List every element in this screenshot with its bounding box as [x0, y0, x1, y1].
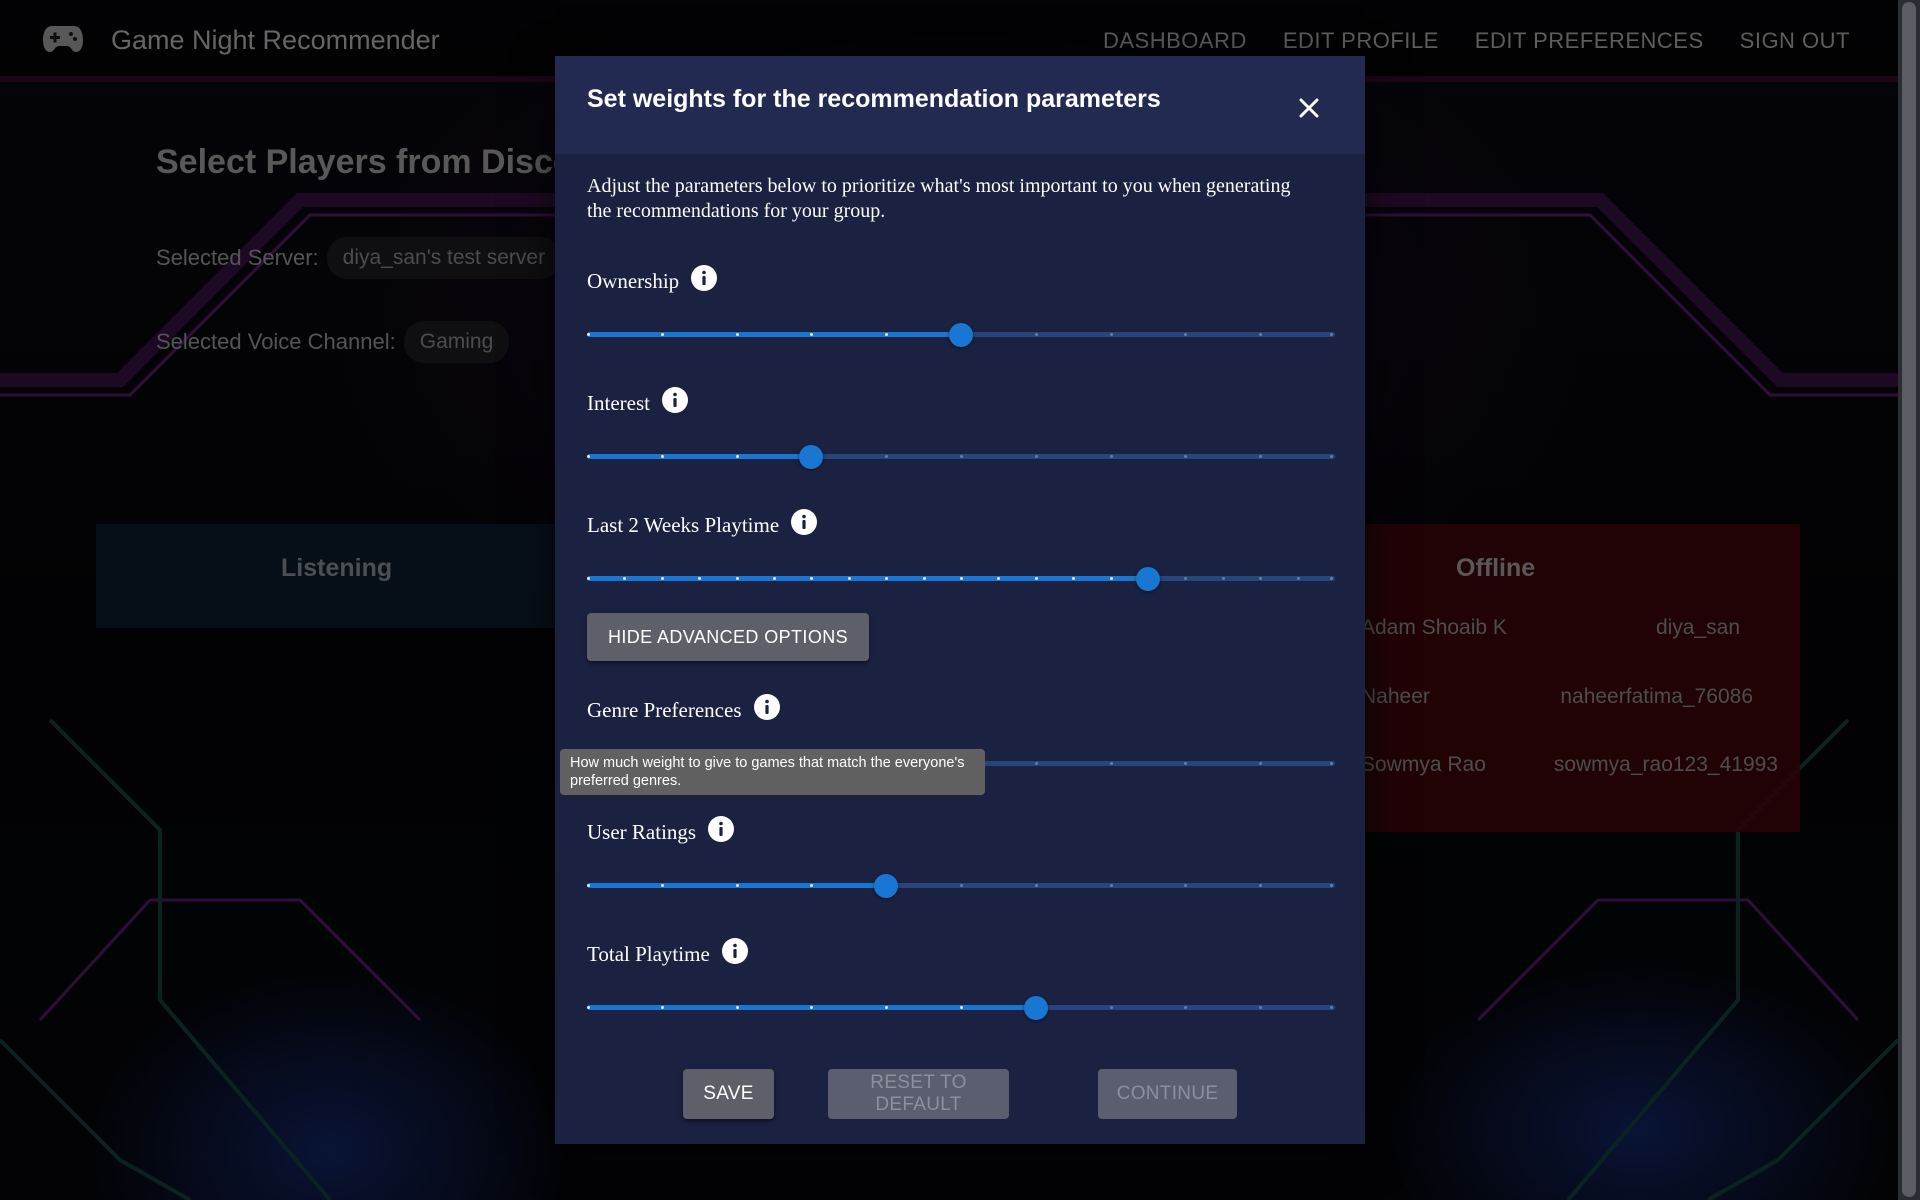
slider-step-mark [660, 1006, 664, 1009]
param-label: Interest [587, 391, 650, 415]
slider-thumb[interactable] [949, 323, 973, 347]
slider-step-mark [1109, 333, 1113, 336]
slider-step-mark [1109, 762, 1113, 765]
param-label: Last 2 Weeks Playtime [587, 513, 780, 537]
param-last-2-weeks-playtime: Last 2 Weeks Playtime [587, 509, 1335, 599]
slider-step-mark [1109, 455, 1113, 458]
total-playtime-slider[interactable] [587, 996, 1335, 1020]
slider-step-mark [1221, 577, 1225, 580]
slider-step-mark [735, 455, 739, 458]
dialog-header: Set weights for the recommendation param… [555, 56, 1365, 154]
dialog-title: Set weights for the recommendation param… [587, 85, 1161, 113]
ownership-slider[interactable] [587, 323, 1335, 347]
weights-dialog: Set weights for the recommendation param… [555, 56, 1365, 1144]
slider-step-mark [960, 884, 963, 887]
slider-step-mark [1034, 577, 1038, 580]
slider-step-mark [735, 333, 739, 336]
slider-step-mark [660, 577, 664, 580]
info-icon[interactable] [708, 816, 735, 842]
slider-step-mark [1296, 577, 1300, 580]
slider-step-mark [735, 1006, 739, 1009]
continue-button[interactable]: CONTINUE [1098, 1069, 1237, 1119]
slider-step-mark [587, 333, 590, 336]
slider-step-mark [922, 577, 926, 580]
slider-step-mark [660, 884, 664, 887]
slider-step-mark [1034, 762, 1038, 765]
slider-step-mark [1330, 884, 1333, 887]
genre-preferences-tooltip: How much weight to give to games that ma… [560, 749, 985, 795]
slider-step-mark [773, 577, 776, 580]
info-icon[interactable] [753, 694, 780, 720]
reset-to-default-button[interactable]: RESET TO DEFAULT [828, 1069, 1009, 1119]
slider-step-mark [960, 1006, 963, 1009]
page-scrollbar[interactable] [1898, 0, 1920, 1200]
info-icon[interactable] [721, 938, 748, 964]
slider-step-mark [1330, 762, 1333, 765]
slider-track [587, 332, 961, 337]
slider-step-mark [735, 577, 739, 580]
slider-step-mark [660, 455, 664, 458]
slider-step-mark [1034, 455, 1038, 458]
slider-step-mark [587, 455, 590, 458]
param-interest: Interest [587, 387, 1335, 477]
user-ratings-slider[interactable] [587, 874, 1335, 898]
param-ownership: Ownership [587, 265, 1335, 355]
interest-slider[interactable] [587, 445, 1335, 469]
slider-step-mark [1109, 577, 1113, 580]
slider-step-mark [1109, 884, 1113, 887]
slider-thumb[interactable] [1136, 567, 1160, 591]
slider-thumb[interactable] [1023, 996, 1048, 1020]
slider-track [587, 454, 812, 459]
slider-step-mark [1330, 333, 1333, 336]
slider-step-mark [960, 455, 963, 458]
slider-step-mark [660, 333, 664, 336]
scrollbar-thumb[interactable] [1902, 2, 1916, 1197]
info-icon[interactable] [791, 509, 818, 535]
dialog-description: Adjust the parameters below to prioritiz… [587, 175, 1291, 222]
slider-step-mark [587, 884, 590, 887]
slider-step-mark [1330, 577, 1333, 580]
slider-step-mark [1330, 1006, 1333, 1009]
param-label: Total Playtime [587, 942, 710, 966]
slider-track [587, 576, 1148, 581]
slider-thumb[interactable] [874, 874, 899, 898]
last-2-weeks-playtime-slider[interactable] [587, 567, 1335, 591]
param-label: Ownership [587, 269, 680, 293]
param-label: User Ratings [587, 820, 697, 844]
slider-step-mark [587, 577, 590, 580]
slider-step-mark [847, 577, 851, 580]
info-icon[interactable] [691, 265, 718, 291]
param-user-ratings: User Ratings [587, 816, 1335, 906]
save-button[interactable]: SAVE [683, 1069, 774, 1119]
slider-step-mark [1034, 884, 1038, 887]
slider-thumb[interactable] [799, 445, 824, 469]
close-icon[interactable] [1291, 90, 1327, 126]
slider-step-mark [1109, 1006, 1113, 1009]
slider-step-mark [1034, 333, 1038, 336]
param-label: Genre Preferences [587, 698, 742, 722]
hide-advanced-options-button[interactable]: HIDE ADVANCED OPTIONS [587, 613, 869, 661]
slider-step-mark [1330, 455, 1333, 458]
slider-step-mark [735, 884, 739, 887]
info-icon[interactable] [661, 387, 688, 413]
param-total-playtime: Total Playtime [587, 938, 1335, 1028]
slider-step-mark [960, 577, 963, 580]
slider-step-mark [587, 1006, 590, 1009]
